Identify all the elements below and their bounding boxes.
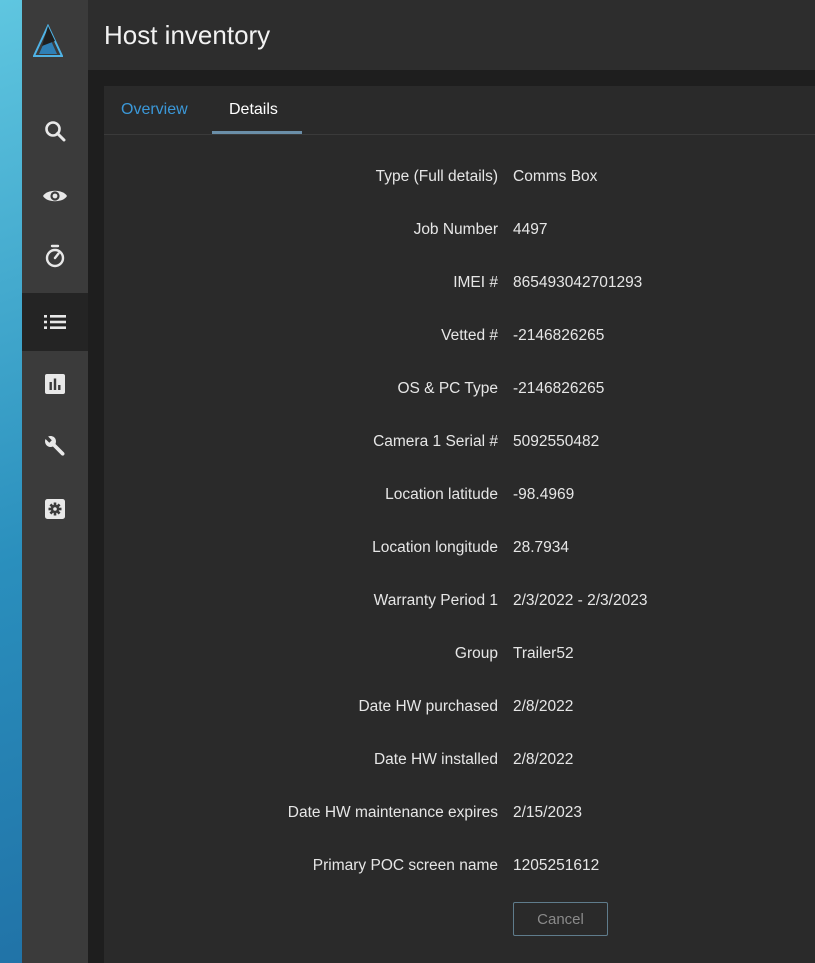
detail-value: -2146826265 — [513, 327, 605, 344]
detail-value: 2/3/2022 - 2/3/2023 — [513, 592, 648, 609]
detail-row-hw-purchased: Date HW purchased 2/8/2022 — [104, 698, 815, 718]
sidebar — [22, 0, 88, 963]
detail-row-latitude: Location latitude -98.4969 — [104, 486, 815, 506]
detail-value: 1205251612 — [513, 857, 600, 874]
main-content: Host inventory Overview Details Type (Fu… — [88, 0, 815, 963]
detail-value: 2/8/2022 — [513, 751, 574, 768]
gear-icon — [45, 499, 65, 519]
detail-label: Type (Full details) — [375, 168, 498, 185]
detail-row-os-pc-type: OS & PC Type -2146826265 — [104, 380, 815, 400]
detail-row-longitude: Location longitude 28.7934 — [104, 539, 815, 559]
detail-row-camera-serial: Camera 1 Serial # 5092550482 — [104, 433, 815, 453]
app-logo — [33, 24, 63, 57]
detail-row-vetted: Vetted # -2146826265 — [104, 327, 815, 347]
detail-value: 2/15/2023 — [513, 804, 582, 821]
detail-row-hw-installed: Date HW installed 2/8/2022 — [104, 751, 815, 771]
detail-label: Warranty Period 1 — [373, 592, 498, 609]
tab-bar: Overview Details — [104, 86, 815, 135]
app-window: Host inventory Overview Details Type (Fu… — [22, 0, 815, 963]
detail-label: Vetted # — [441, 327, 498, 344]
nav-monitor[interactable] — [22, 167, 88, 225]
nav-reports[interactable] — [22, 355, 88, 413]
detail-label: Primary POC screen name — [312, 857, 498, 874]
wrench-icon — [45, 435, 65, 456]
detail-value: 5092550482 — [513, 433, 600, 450]
detail-label: Date HW maintenance expires — [287, 804, 498, 821]
detail-row-warranty: Warranty Period 1 2/3/2022 - 2/3/2023 — [104, 592, 815, 612]
detail-label: Group — [454, 645, 498, 662]
eye-icon — [43, 190, 67, 202]
list-icon — [44, 315, 66, 329]
detail-value: 865493042701293 — [513, 274, 643, 291]
detail-label: Camera 1 Serial # — [373, 433, 498, 450]
detail-row-primary-poc: Primary POC screen name 1205251612 — [104, 857, 815, 877]
detail-row-group: Group Trailer52 — [104, 645, 815, 665]
detail-row-hw-maintenance: Date HW maintenance expires 2/15/2023 — [104, 804, 815, 824]
detail-label: Location longitude — [372, 539, 498, 556]
detail-value: 2/8/2022 — [513, 698, 574, 715]
detail-value: Comms Box — [513, 168, 598, 185]
page-header: Host inventory — [88, 0, 815, 70]
bar-chart-icon — [45, 374, 65, 394]
detail-label: IMEI # — [453, 274, 498, 291]
active-tab-indicator — [212, 131, 302, 134]
stopwatch-icon — [45, 244, 65, 268]
detail-row-type: Type (Full details) Comms Box — [104, 168, 815, 188]
nav-timer[interactable] — [22, 227, 88, 285]
detail-value: Trailer52 — [513, 645, 574, 662]
detail-value: -2146826265 — [513, 380, 605, 397]
page-title: Host inventory — [104, 20, 271, 50]
nav-tools[interactable] — [22, 417, 88, 475]
detail-label: OS & PC Type — [397, 380, 498, 397]
cancel-button[interactable]: Cancel — [513, 902, 608, 936]
tab-overview[interactable]: Overview — [121, 101, 188, 119]
search-icon — [45, 121, 66, 142]
details-panel: Overview Details Type (Full details) Com… — [104, 86, 815, 963]
detail-label: Job Number — [413, 221, 498, 238]
nav-search[interactable] — [22, 102, 88, 160]
detail-label: Date HW installed — [373, 751, 498, 768]
nav-settings[interactable] — [22, 480, 88, 538]
detail-row-imei: IMEI # 865493042701293 — [104, 274, 815, 294]
detail-value: 28.7934 — [513, 539, 570, 556]
detail-row-job-number: Job Number 4497 — [104, 221, 815, 241]
detail-value: -98.4969 — [513, 486, 575, 503]
tab-details[interactable]: Details — [229, 101, 278, 119]
detail-label: Location latitude — [385, 486, 498, 503]
detail-value: 4497 — [513, 221, 548, 238]
nav-inventory[interactable] — [22, 293, 88, 351]
detail-label: Date HW purchased — [358, 698, 498, 715]
